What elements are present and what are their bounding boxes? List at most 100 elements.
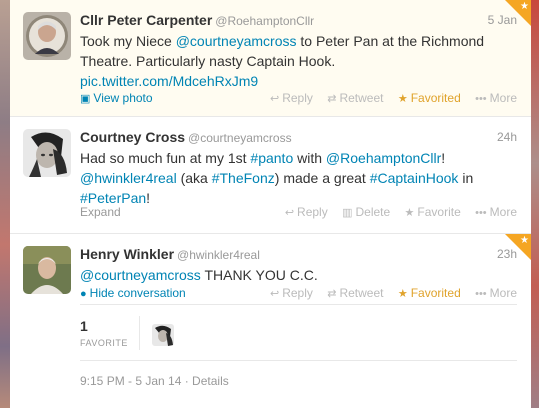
favorite-label: Favorited	[410, 286, 461, 300]
more-label: More	[489, 286, 517, 300]
more-label: More	[489, 91, 517, 105]
retweet-label: Retweet	[339, 91, 384, 105]
tweet-header: Cllr Peter Carpenter @RoehamptonCllr 5 Ja…	[80, 12, 517, 29]
page-background-right	[531, 0, 539, 408]
tweet-actions: ↩ Reply ▥ Delete ★ Favorite ••• More	[274, 205, 517, 219]
mention-link[interactable]: @courtneyamcross	[80, 267, 201, 283]
author-fullname[interactable]: Courtney Cross	[80, 129, 185, 145]
reply-icon: ↩	[284, 207, 295, 219]
photo-link[interactable]: pic.twitter.com/MdcehRxJm9	[80, 73, 258, 89]
hide-conversation-label: Hide conversation	[89, 286, 186, 300]
reply-button[interactable]: ↩ Reply	[270, 91, 313, 105]
tweet[interactable]: Courtney Cross @courtneyamcross 24h Had s…	[10, 117, 531, 234]
author-username[interactable]: @courtneyamcross	[188, 131, 292, 145]
more-button[interactable]: ••• More	[475, 91, 517, 105]
reply-button[interactable]: ↩ Reply	[285, 205, 328, 219]
reply-icon: ↩	[270, 288, 280, 300]
delete-label: Delete	[355, 205, 391, 219]
divider	[139, 316, 140, 350]
favorite-count[interactable]: 1	[80, 318, 88, 334]
reply-label: Reply	[297, 205, 328, 219]
favorite-button[interactable]: ★ Favorited	[398, 286, 461, 300]
star-icon: ★	[520, 235, 529, 246]
text-segment: ) made a great	[274, 170, 370, 186]
more-button[interactable]: ••• More	[475, 205, 517, 219]
view-photo-button[interactable]: ▣ View photo	[80, 91, 153, 105]
tweet-actions: ↩ Reply ⇄ Retweet ★ Favorited ••• More	[259, 91, 517, 105]
tweet[interactable]: ★ Cllr Peter Carpenter @RoehamptonCllr 5 …	[10, 0, 531, 117]
author-username[interactable]: @RoehamptonCllr	[215, 14, 314, 28]
reply-button[interactable]: ↩ Reply	[270, 286, 313, 300]
retweet-label: Retweet	[339, 286, 384, 300]
retweet-icon: ⇄	[327, 93, 337, 105]
view-photo-label: View photo	[93, 91, 153, 105]
text-segment: Took my Niece	[80, 33, 176, 49]
tweet-header: Henry Winkler @hwinkler4real 23h	[80, 246, 517, 263]
photo-icon: ▣	[80, 93, 91, 105]
tweet-header: Courtney Cross @courtneyamcross 24h	[80, 129, 517, 146]
tweet-text: Had so much fun at my 1st #panto with @R…	[80, 148, 511, 208]
hashtag-link[interactable]: #CaptainHook	[370, 170, 459, 186]
tweet-timestamp[interactable]: 23h	[497, 247, 517, 261]
hide-conversation-button[interactable]: ● Hide conversation	[80, 286, 186, 300]
star-icon: ★	[397, 93, 408, 105]
star-icon: ★	[397, 288, 408, 300]
author-username[interactable]: @hwinkler4real	[177, 248, 260, 262]
tweet-expanded[interactable]: ★ Henry Winkler @hwinkler4real 23h @court…	[10, 234, 531, 408]
star-icon: ★	[520, 1, 529, 12]
favorite-stats: 1 FAVORITE	[80, 312, 531, 360]
tweet-actions: ↩ Reply ⇄ Retweet ★ Favorited ••• More	[259, 286, 517, 300]
tweet-footer: ▣ View photo ↩ Reply ⇄ Retweet ★ Favorited •…	[80, 91, 517, 107]
more-icon: •••	[475, 207, 487, 219]
divider	[80, 360, 517, 361]
favorite-button[interactable]: ★ Favorited	[398, 91, 461, 105]
more-icon: •••	[475, 288, 487, 300]
star-icon: ★	[404, 207, 415, 219]
page-background-left	[0, 0, 10, 408]
trash-icon: ▥	[342, 207, 353, 219]
mention-link[interactable]: @RoehamptonCllr	[326, 150, 441, 166]
hashtag-link[interactable]: #panto	[250, 150, 293, 166]
tweet-text: @courtneyamcross THANK YOU C.C.	[80, 265, 511, 285]
more-icon: •••	[475, 93, 487, 105]
tweet-stream: ★ Cllr Peter Carpenter @RoehamptonCllr 5 …	[10, 0, 531, 408]
avatar[interactable]	[23, 12, 71, 60]
text-segment: in	[458, 170, 474, 186]
favorite-label: Favorited	[410, 91, 461, 105]
mention-link[interactable]: @courtneyamcross	[176, 33, 297, 49]
retweet-icon: ⇄	[327, 288, 337, 300]
delete-button[interactable]: ▥ Delete	[342, 205, 390, 219]
text-segment: (aka	[176, 170, 212, 186]
text-segment: !	[146, 190, 151, 206]
hashtag-link[interactable]: #PeterPan	[80, 190, 146, 206]
expand-button[interactable]: Expand	[80, 205, 121, 219]
author-fullname[interactable]: Cllr Peter Carpenter	[80, 12, 212, 28]
tweet-text: Took my Niece @courtneyamcross to Peter …	[80, 31, 511, 91]
favorite-button[interactable]: ★ Favorite	[405, 205, 461, 219]
reply-label: Reply	[282, 91, 313, 105]
author-fullname[interactable]: Henry Winkler	[80, 246, 174, 262]
tweet-details-link[interactable]: 9:15 PM - 5 Jan 14 · Details	[80, 374, 229, 388]
text-segment: THANK YOU C.C.	[200, 267, 318, 283]
mention-link[interactable]: @hwinkler4real	[80, 170, 177, 186]
tweet-footer: Expand ↩ Reply ▥ Delete ★ Favorite ••• More	[80, 205, 517, 221]
favorite-count-label: FAVORITE	[80, 338, 128, 348]
favoriter-avatar[interactable]	[152, 324, 174, 346]
more-button[interactable]: ••• More	[475, 286, 517, 300]
divider	[80, 304, 517, 305]
retweet-button[interactable]: ⇄ Retweet	[327, 286, 383, 300]
avatar[interactable]	[23, 129, 71, 177]
tweet-timestamp[interactable]: 5 Jan	[488, 13, 517, 27]
retweet-button[interactable]: ⇄ Retweet	[327, 91, 383, 105]
reply-icon: ↩	[270, 93, 280, 105]
tweet-timestamp[interactable]: 24h	[497, 130, 517, 144]
text-segment: with	[293, 150, 326, 166]
reply-label: Reply	[282, 286, 313, 300]
tweet-footer: ● Hide conversation ↩ Reply ⇄ Retweet ★ Favo…	[80, 286, 517, 302]
text-segment: Had so much fun at my 1st	[80, 150, 251, 166]
hashtag-link[interactable]: #TheFonz	[212, 170, 275, 186]
text-segment: !	[441, 150, 446, 166]
more-label: More	[489, 205, 517, 219]
speech-bubble-icon: ●	[80, 288, 87, 300]
avatar[interactable]	[23, 246, 71, 294]
